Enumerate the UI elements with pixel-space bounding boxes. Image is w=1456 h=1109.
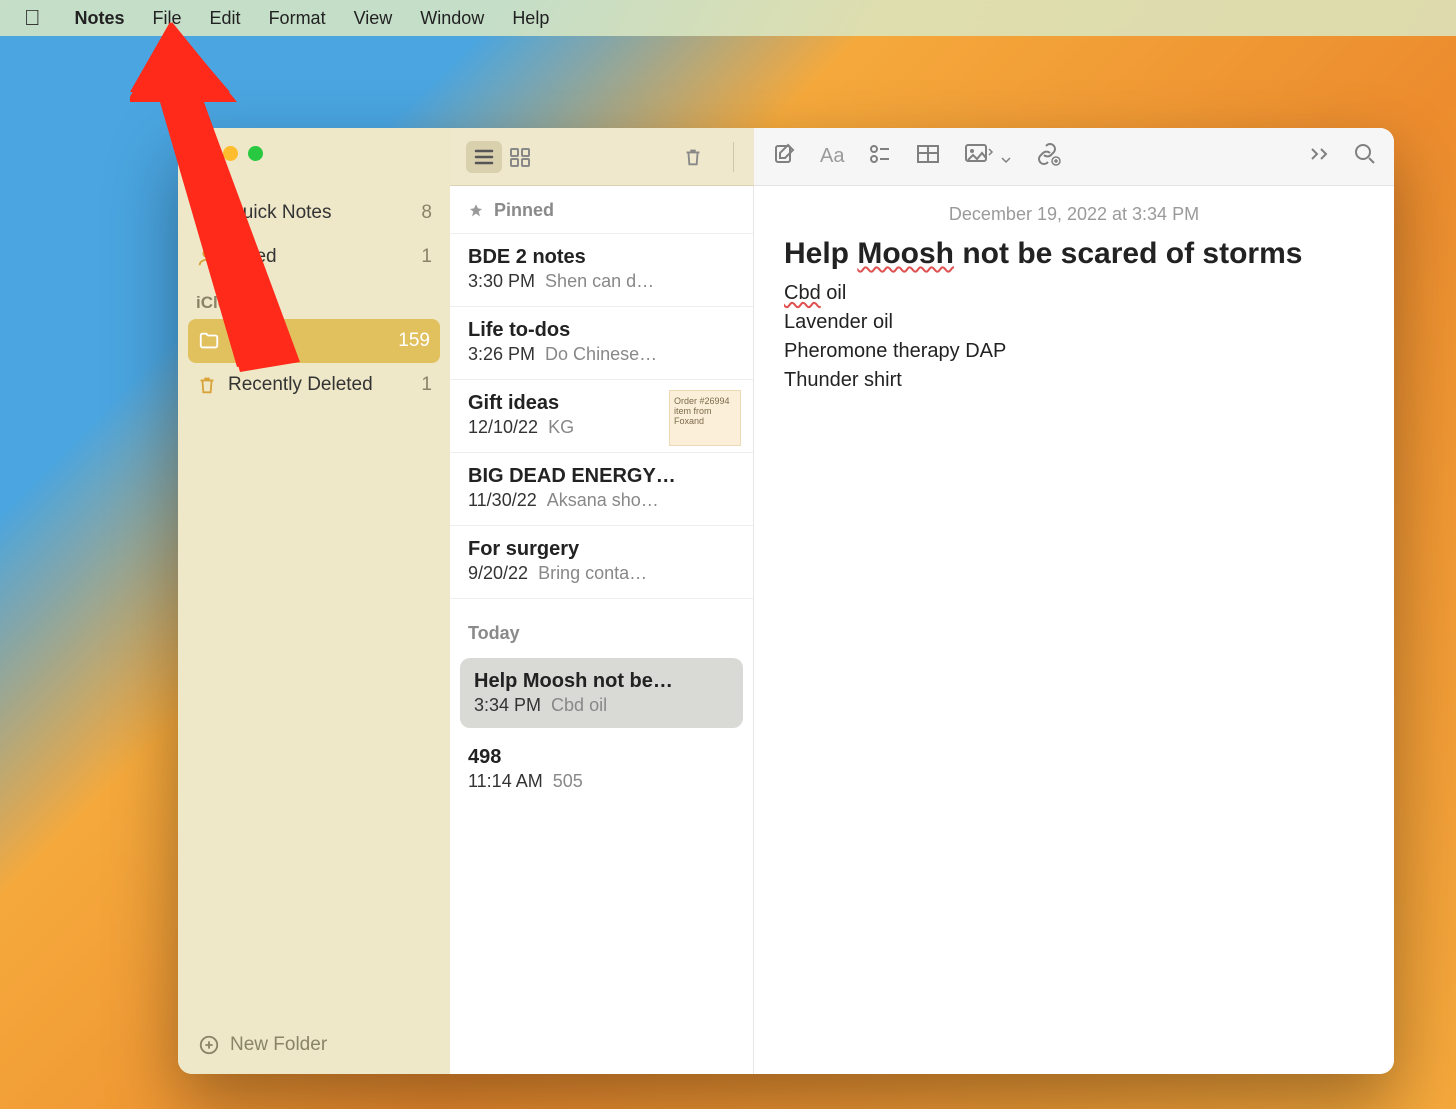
grid-view-button[interactable] — [502, 141, 538, 173]
sidebar-item-quick-notes[interactable]: Quick Notes 8 — [178, 191, 450, 235]
note-time: 3:34 PM — [474, 695, 541, 716]
sidebar-section-icloud: iCloud — [178, 279, 450, 319]
pin-icon — [468, 203, 484, 219]
note-time: 11:14 AM — [468, 771, 543, 792]
note-time: 11/30/22 — [468, 490, 537, 511]
media-button[interactable] — [964, 143, 1010, 170]
menubar-item-window[interactable]: Window — [420, 8, 484, 29]
menubar-app[interactable]: Notes — [75, 8, 125, 29]
new-folder-label: New Folder — [230, 1034, 327, 1056]
note-item[interactable]: 498 11:14 AM 505 — [450, 734, 753, 806]
note-title: 498 — [468, 746, 735, 769]
note-date: December 19, 2022 at 3:34 PM — [754, 186, 1394, 235]
note-title: Help Moosh not be… — [474, 670, 729, 693]
table-button[interactable] — [916, 144, 940, 169]
new-note-button[interactable] — [772, 142, 796, 171]
notes-list: Pinned BDE 2 notes 3:30 PM Shen can d… Li… — [450, 186, 754, 1074]
note-item[interactable]: Life to-dos 3:26 PM Do Chinese… — [450, 307, 753, 380]
note-body-line: Cbd oil — [784, 279, 1364, 308]
sidebar-item-label: hared — [228, 246, 277, 268]
new-folder-button[interactable]: New Folder — [178, 1016, 450, 1074]
menubar-item-help[interactable]: Help — [512, 8, 549, 29]
menubar-item-file[interactable]: File — [153, 8, 182, 29]
sidebar-item-notes[interactable]: Notes 159 — [188, 319, 440, 363]
window-controls — [178, 128, 450, 191]
note-time: 9/20/22 — [468, 563, 528, 584]
note-preview: Do Chinese… — [545, 344, 657, 365]
note-title: BDE 2 notes — [468, 246, 735, 269]
note-heading: Help Moosh not be scared of storms — [784, 235, 1364, 273]
note-title: Life to-dos — [468, 319, 735, 342]
fullscreen-button[interactable] — [248, 146, 263, 161]
count-badge: 8 — [421, 202, 432, 224]
list-view-button[interactable] — [466, 141, 502, 173]
note-item[interactable]: BDE 2 notes 3:30 PM Shen can d… — [450, 234, 753, 307]
menubar-item-format[interactable]: Format — [269, 8, 326, 29]
quick-notes-icon — [196, 202, 218, 224]
search-button[interactable] — [1354, 143, 1376, 170]
folder-icon — [198, 330, 220, 352]
checklist-button[interactable] — [868, 143, 892, 170]
sidebar-item-recently-deleted[interactable]: Recently Deleted 1 — [178, 363, 450, 407]
menubar-item-view[interactable]: View — [354, 8, 393, 29]
note-body-line: Thunder shirt — [784, 366, 1364, 395]
delete-note-button[interactable] — [675, 141, 711, 173]
close-button[interactable] — [198, 146, 213, 161]
note-title: BIG DEAD ENERGY… — [468, 465, 735, 488]
today-header: Today — [450, 599, 753, 652]
overflow-button[interactable] — [1310, 147, 1330, 166]
sidebar-item-shared[interactable]: hared 1 — [178, 235, 450, 279]
pinned-label: Pinned — [494, 200, 554, 221]
note-time: 3:30 PM — [468, 271, 535, 292]
shared-icon — [196, 246, 218, 268]
sidebar-item-label: Quick Notes — [228, 202, 331, 224]
note-item[interactable]: BIG DEAD ENERGY… 11/30/22 Aksana sho… — [450, 453, 753, 526]
menubar:  Notes File Edit Format View Window Hel… — [0, 0, 1456, 36]
trash-icon — [196, 374, 218, 396]
minimize-button[interactable] — [223, 146, 238, 161]
pinned-header: Pinned — [450, 186, 753, 234]
note-preview: 505 — [553, 771, 583, 792]
count-badge: 1 — [421, 374, 432, 396]
note-preview: Shen can d… — [545, 271, 654, 292]
note-item[interactable]: Gift ideas 12/10/22KG Order #26994 item … — [450, 380, 753, 453]
toolbar-divider — [733, 142, 734, 172]
count-badge: 1 — [421, 246, 432, 268]
note-body-line: Pheromone therapy DAP — [784, 337, 1364, 366]
menubar-item-edit[interactable]: Edit — [210, 8, 241, 29]
note-preview: Bring conta… — [538, 563, 647, 584]
note-time: 3:26 PM — [468, 344, 535, 365]
sidebar: Quick Notes 8 hared 1 iCloud Notes 159 R… — [178, 128, 450, 1074]
sidebar-item-label: Recently Deleted — [228, 374, 373, 396]
note-item-selected[interactable]: Help Moosh not be… 3:34 PM Cbd oil — [460, 658, 743, 728]
apple-menu-icon[interactable]:  — [24, 5, 41, 31]
note-preview: KG — [548, 417, 574, 438]
note-item[interactable]: For surgery 9/20/22 Bring conta… — [450, 526, 753, 599]
note-thumbnail: Order #26994 item from Foxand — [669, 390, 741, 446]
count-badge: 159 — [398, 330, 430, 352]
note-preview: Aksana sho… — [547, 490, 659, 511]
note-time: 12/10/22 — [468, 417, 538, 438]
note-body-line: Lavender oil — [784, 308, 1364, 337]
note-title: For surgery — [468, 538, 735, 561]
format-button[interactable]: Aa — [820, 145, 844, 168]
sidebar-item-label: Notes — [230, 330, 280, 352]
notes-window: Quick Notes 8 hared 1 iCloud Notes 159 R… — [178, 128, 1394, 1074]
link-button[interactable] — [1035, 142, 1061, 171]
note-detail[interactable]: December 19, 2022 at 3:34 PM Help Moosh … — [754, 186, 1394, 1074]
plus-circle-icon — [198, 1034, 220, 1056]
note-preview: Cbd oil — [551, 695, 607, 716]
toolbar: Aa — [450, 128, 1394, 186]
